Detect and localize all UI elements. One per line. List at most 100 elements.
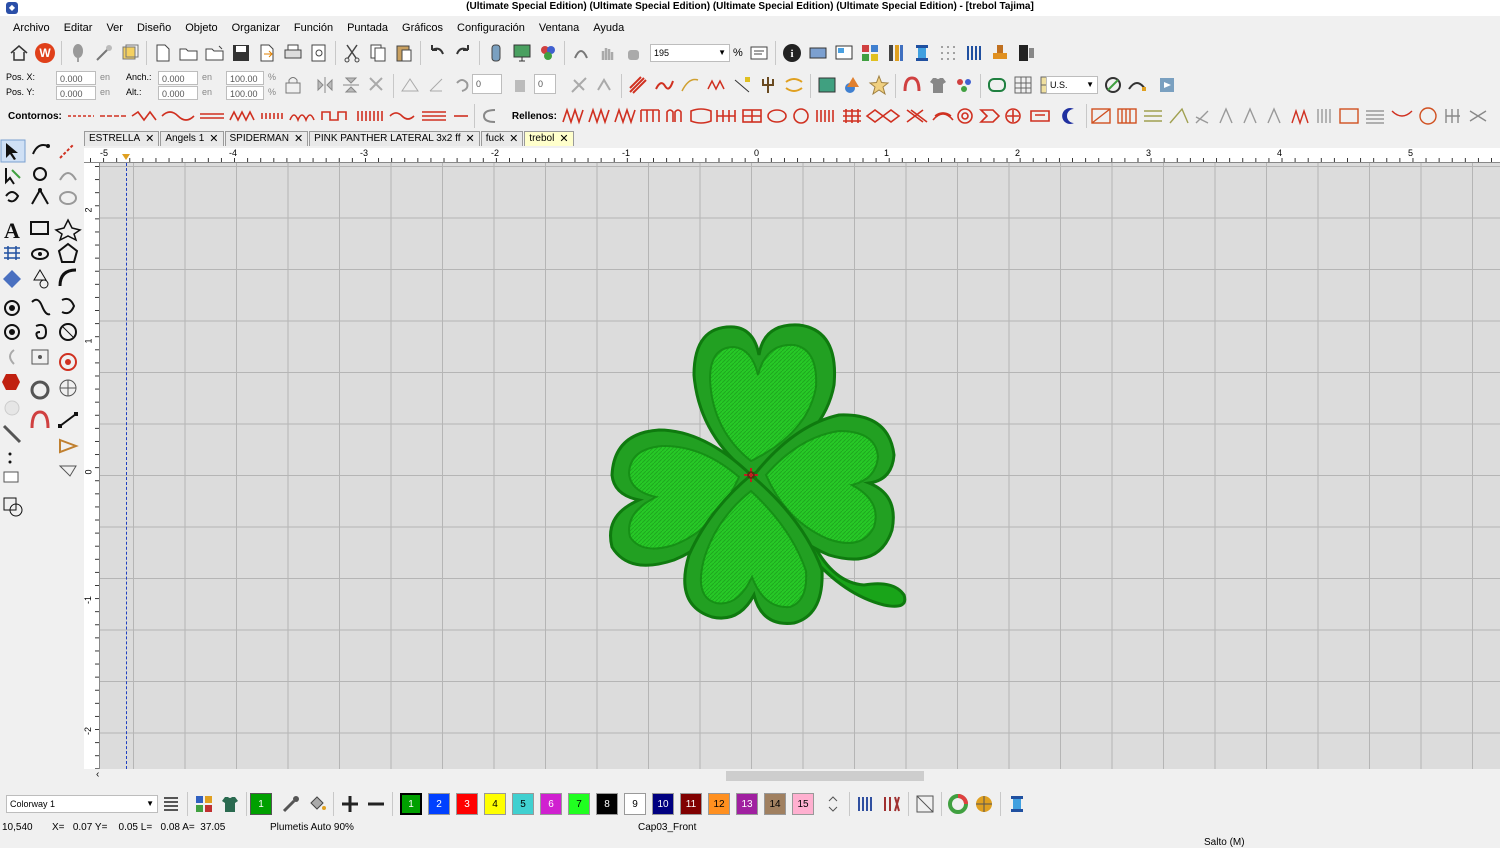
remove-color-icon[interactable] xyxy=(365,793,387,815)
slant-angle-icon[interactable] xyxy=(510,74,532,96)
colorway-select[interactable]: Colorway 1 ▼ xyxy=(6,795,158,813)
trident-icon[interactable] xyxy=(757,74,779,96)
color-swatch-14[interactable]: 14 xyxy=(764,793,786,815)
ruler-marker[interactable] xyxy=(122,154,130,160)
menu-diseno[interactable]: Diseño xyxy=(130,22,178,34)
shirt-icon[interactable] xyxy=(927,74,949,96)
tab-angels-1[interactable]: Angels 1 ✕ xyxy=(160,131,224,146)
text-tool-icon[interactable]: A xyxy=(4,218,20,243)
mirror-horizontal-icon[interactable] xyxy=(314,74,336,96)
width-input[interactable]: 0.000 xyxy=(158,71,198,85)
scrollbar-thumb[interactable] xyxy=(726,771,924,781)
open-recent-icon[interactable] xyxy=(204,42,226,64)
colorway-list-icon[interactable] xyxy=(160,793,182,815)
color-swatch-5[interactable]: 5 xyxy=(512,793,534,815)
lasso-icon[interactable] xyxy=(5,191,20,203)
menu-ayuda[interactable]: Ayuda xyxy=(586,22,631,34)
group-icon[interactable] xyxy=(3,471,19,483)
copy-icon[interactable] xyxy=(367,42,389,64)
diamond-icon[interactable] xyxy=(3,270,21,288)
close-icon[interactable]: ✕ xyxy=(559,132,568,146)
stamp-icon[interactable] xyxy=(989,42,1011,64)
more-fill-icons[interactable] xyxy=(1090,105,1500,127)
color-palette-grid-icon[interactable] xyxy=(193,793,215,815)
menu-ver[interactable]: Ver xyxy=(99,22,130,34)
measure-icon[interactable] xyxy=(1102,74,1124,96)
cut-icon[interactable] xyxy=(341,42,363,64)
vertical-ruler[interactable]: 2 1 0 -1 -2 xyxy=(83,163,100,769)
home-icon[interactable] xyxy=(8,42,30,64)
color-swatch-7[interactable]: 7 xyxy=(568,793,590,815)
curve-icon[interactable] xyxy=(679,74,701,96)
monitor-icon[interactable] xyxy=(511,42,533,64)
satin-wave-icon[interactable] xyxy=(653,74,675,96)
rotate-icon[interactable] xyxy=(451,74,473,96)
units-select[interactable]: U.S. ▼ xyxy=(1046,76,1098,94)
chevron-down-icon[interactable]: ▼ xyxy=(718,45,726,61)
menu-ventana[interactable]: Ventana xyxy=(532,22,586,34)
split-icon[interactable] xyxy=(58,465,77,477)
design-canvas[interactable] xyxy=(100,163,1500,769)
zoom-input[interactable]: 195 ▼ xyxy=(650,44,730,62)
posx-input[interactable]: 0.000 xyxy=(56,71,96,85)
node-select-icon[interactable] xyxy=(5,168,21,185)
tab-spiderman[interactable]: SPIDERMAN ✕ xyxy=(224,131,309,146)
horizontal-ruler[interactable]: -5 -4 -3 -2 -1 0 1 2 3 4 5 xyxy=(84,148,1500,163)
appliqué-icon[interactable] xyxy=(901,74,923,96)
ellipse-fill-icon[interactable] xyxy=(59,191,77,205)
no-trim-icon[interactable] xyxy=(914,793,936,815)
color-swatch-13[interactable]: 13 xyxy=(736,793,758,815)
stitch-columns-icon[interactable] xyxy=(963,42,985,64)
crescent-icon[interactable] xyxy=(1059,105,1081,127)
menu-objeto[interactable]: Objeto xyxy=(178,22,224,34)
scaley-input[interactable]: 100.00 xyxy=(226,86,264,100)
target-icon[interactable] xyxy=(4,300,20,316)
grid-icon[interactable] xyxy=(1012,74,1034,96)
menu-archivo[interactable]: Archivo xyxy=(6,22,57,34)
knife-icon[interactable] xyxy=(2,424,22,444)
curve-tool-icon[interactable] xyxy=(31,298,51,316)
eraser-icon[interactable] xyxy=(59,143,75,159)
color-bars-icon[interactable] xyxy=(885,42,907,64)
grid-list-icon[interactable] xyxy=(859,42,881,64)
hexagon-icon[interactable] xyxy=(2,374,20,390)
scalex-input[interactable]: 100.00 xyxy=(226,71,264,85)
close-icon[interactable]: ✕ xyxy=(209,132,218,146)
chevron-down-icon[interactable]: ▼ xyxy=(146,796,154,812)
print-preview-icon[interactable] xyxy=(308,42,330,64)
node-edit-icon[interactable] xyxy=(731,74,753,96)
color-swatch-6[interactable]: 6 xyxy=(540,793,562,815)
color-swatch-3[interactable]: 3 xyxy=(456,793,478,815)
shapes-tool-icon[interactable] xyxy=(33,269,49,289)
fill-stitch-icons[interactable] xyxy=(561,105,1057,127)
thread-colors-icon[interactable] xyxy=(537,42,559,64)
color-swatch-2[interactable]: 2 xyxy=(428,793,450,815)
dot-grid-icon[interactable] xyxy=(937,42,959,64)
color-swatch-8[interactable]: 8 xyxy=(596,793,618,815)
spool-icon[interactable] xyxy=(911,42,933,64)
zigzag-red-icon[interactable] xyxy=(705,74,727,96)
close-icon[interactable]: ✕ xyxy=(509,132,518,146)
color-swatch-11[interactable]: 11 xyxy=(680,793,702,815)
combine-icon[interactable] xyxy=(3,497,23,517)
record-icon[interactable] xyxy=(4,324,20,340)
loop-icon[interactable] xyxy=(9,349,15,365)
tab-estrella[interactable]: ESTRELLA ✕ xyxy=(84,131,160,146)
save-icon[interactable] xyxy=(230,42,252,64)
pentagon-icon[interactable] xyxy=(57,242,79,263)
rotate-tool-icon[interactable] xyxy=(33,167,47,181)
distribute-icon[interactable] xyxy=(594,74,616,96)
machine-icon[interactable] xyxy=(807,42,829,64)
star-tool-icon[interactable] xyxy=(54,218,82,242)
chevron-down-icon[interactable]: ▼ xyxy=(1086,77,1094,93)
color-swatch-12[interactable]: 12 xyxy=(708,793,730,815)
arrow-head-icon[interactable] xyxy=(59,438,79,454)
menu-graficos[interactable]: Gráficos xyxy=(395,22,450,34)
sequence-icon[interactable] xyxy=(570,42,592,64)
palette-scroll-icon[interactable] xyxy=(822,793,844,815)
scale-tool-icon[interactable] xyxy=(59,172,77,181)
export-icon[interactable] xyxy=(256,42,278,64)
guide-line[interactable] xyxy=(126,163,127,769)
hoop-outline-icon[interactable] xyxy=(986,74,1008,96)
undo-icon[interactable] xyxy=(426,42,448,64)
